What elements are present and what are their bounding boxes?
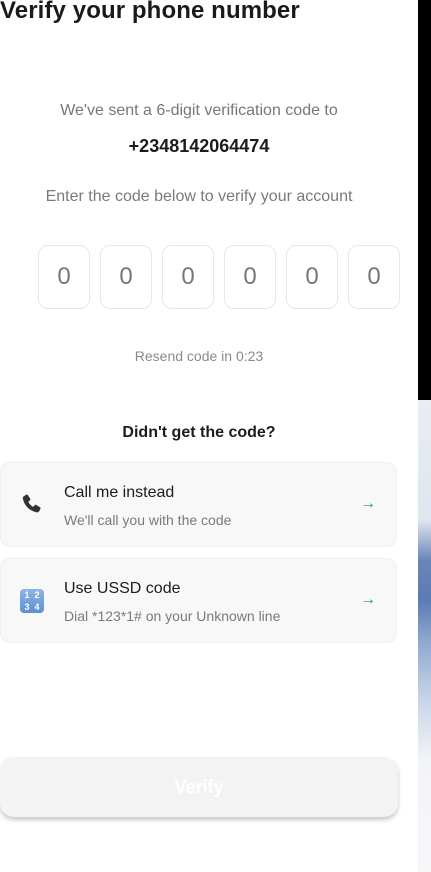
resend-countdown: Resend code in 0:23 <box>134 348 264 364</box>
call-option-subtitle: We'll call you with the code <box>64 512 232 528</box>
verify-button[interactable]: Verify <box>0 757 398 817</box>
background-strip <box>418 0 431 872</box>
code-digit-input-5[interactable]: 0 <box>286 245 338 309</box>
code-digit-input-1[interactable]: 0 <box>38 245 90 309</box>
code-sent-message: We've sent a 6-digit verification code t… <box>60 102 338 119</box>
code-digit-input-6[interactable]: 0 <box>348 245 400 309</box>
didnt-get-code-heading: Didn't get the code? <box>122 424 276 441</box>
code-input-row: 0 0 0 0 0 0 <box>38 245 400 311</box>
page-title: Verify your phone number <box>0 0 300 24</box>
ussd-option-title: Use USSD code <box>64 580 181 597</box>
call-option-title: Call me instead <box>64 484 175 501</box>
code-digit-input-4[interactable]: 0 <box>224 245 276 309</box>
phone-icon <box>18 491 46 519</box>
keypad-digit: 2 <box>34 590 40 600</box>
arrow-right-icon: → <box>360 591 376 608</box>
phone-number: +2348142064474 <box>128 136 270 156</box>
use-ussd-code-option[interactable]: 1 2 3 4 Use USSD code Dial *123*1# on yo… <box>0 558 397 643</box>
enter-code-instruction: Enter the code below to verify your acco… <box>45 188 353 205</box>
ussd-option-subtitle: Dial *123*1# on your Unknown line <box>64 608 281 624</box>
code-digit-input-3[interactable]: 0 <box>162 245 214 309</box>
keypad-digit: 1 <box>24 590 30 600</box>
keypad-digit: 4 <box>34 602 40 612</box>
keypad-digit: 3 <box>24 602 30 612</box>
arrow-right-icon: → <box>360 495 376 512</box>
keypad-icon: 1 2 3 4 <box>18 587 46 615</box>
verification-sheet: Verify your phone number We've sent a 6-… <box>0 0 418 872</box>
code-digit-input-2[interactable]: 0 <box>100 245 152 309</box>
call-me-instead-option[interactable]: Call me instead We'll call you with the … <box>0 462 397 547</box>
